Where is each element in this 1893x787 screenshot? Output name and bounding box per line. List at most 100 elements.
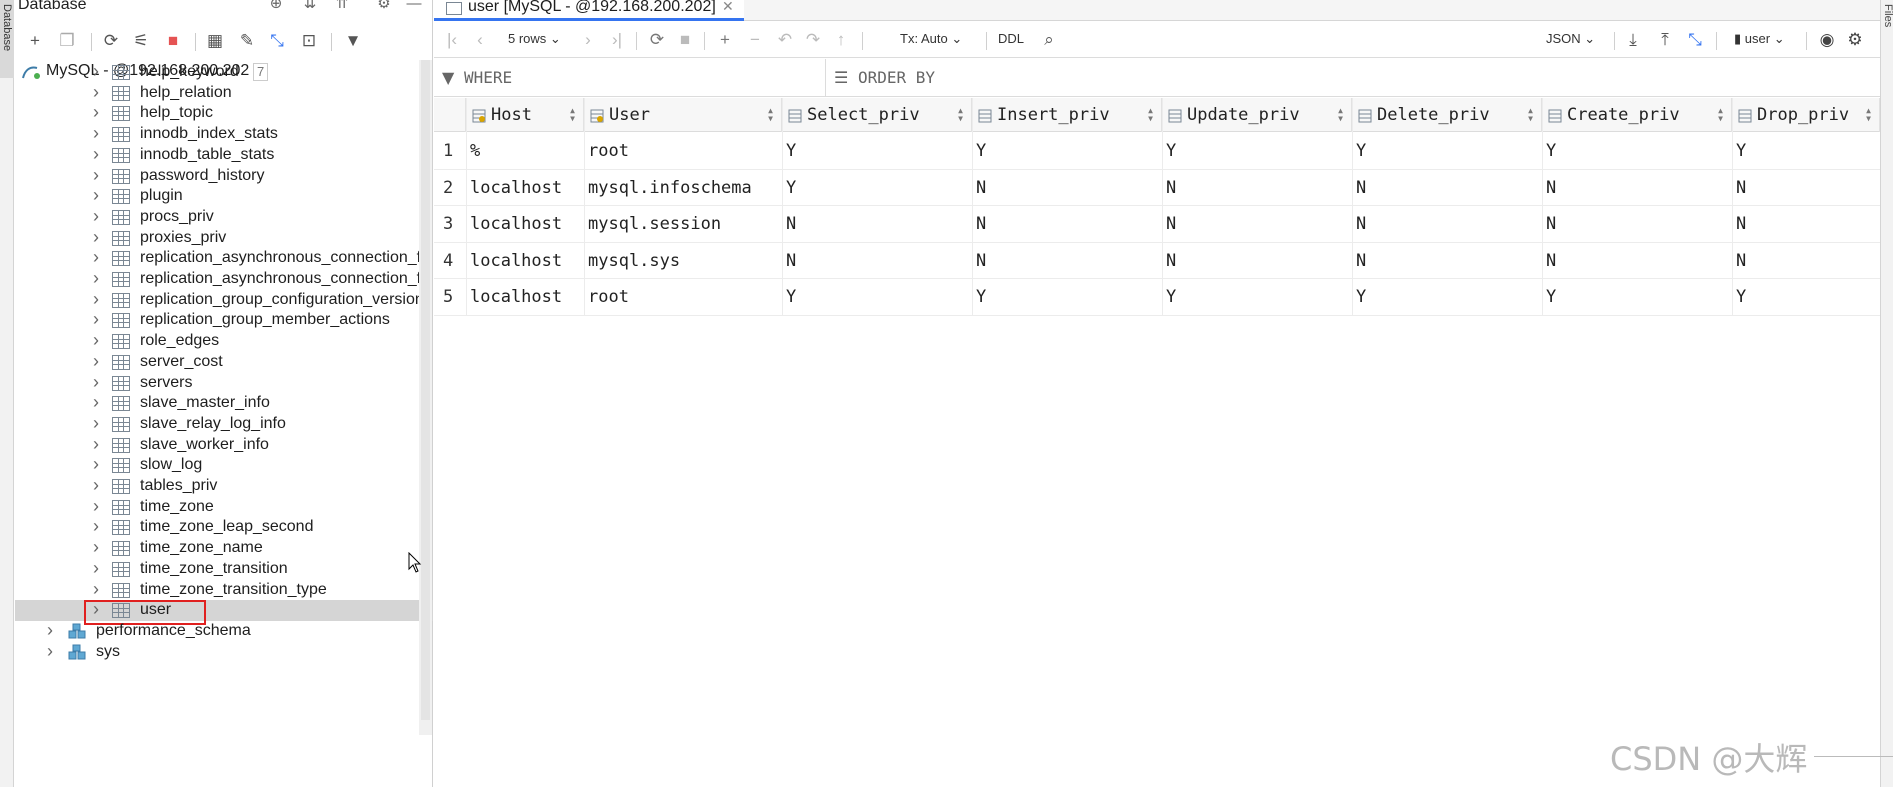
tab-user-table[interactable]: user [MySQL - @192.168.200.202] ✕: [434, 0, 744, 21]
table-cell[interactable]: Y: [782, 133, 972, 170]
chevron-right-icon[interactable]: ›: [93, 599, 99, 620]
table-cell[interactable]: N: [972, 206, 1162, 243]
chevron-right-icon[interactable]: ›: [93, 227, 99, 248]
where-filter-input[interactable]: ▼ WHERE: [442, 68, 512, 87]
table-cell[interactable]: N: [1542, 243, 1732, 279]
tree-item-table[interactable]: › servers: [15, 372, 433, 394]
table-cell[interactable]: Y: [782, 279, 972, 316]
tree-item-user-selected[interactable]: › user: [15, 599, 433, 626]
row-number[interactable]: 4: [434, 243, 466, 279]
tx-mode-dropdown[interactable]: Tx: Auto ⌄: [900, 31, 962, 47]
column-header-update-priv[interactable]: Update_priv ▲ ▼: [1162, 98, 1352, 132]
tree-item-table[interactable]: › password_history: [15, 165, 433, 187]
filter-icon[interactable]: ▼: [341, 29, 365, 53]
last-page-icon[interactable]: ›|: [606, 29, 628, 51]
order-by-input[interactable]: ☰ ORDER BY: [834, 68, 935, 87]
sort-icon[interactable]: ▲ ▼: [1338, 107, 1343, 123]
chevron-right-icon[interactable]: ›: [93, 206, 99, 227]
gear-icon[interactable]: ⚙: [1844, 29, 1866, 51]
column-header-delete-priv[interactable]: Delete_priv ▲ ▼: [1352, 98, 1542, 132]
table-cell[interactable]: N: [1352, 206, 1542, 243]
column-header-insert-priv[interactable]: Insert_priv ▲ ▼: [972, 98, 1162, 132]
sort-icon[interactable]: ▲ ▼: [1148, 107, 1153, 123]
delete-row-icon[interactable]: −: [744, 29, 766, 51]
search-icon[interactable]: ⌕: [1038, 29, 1060, 51]
schema-dropdown[interactable]: ▮ user ⌄: [1734, 31, 1785, 47]
add-icon[interactable]: +: [23, 29, 47, 53]
chevron-right-icon[interactable]: ›: [93, 330, 99, 351]
expand-all-icon[interactable]: ⇊: [301, 0, 319, 12]
chevron-right-icon[interactable]: ›: [93, 61, 99, 82]
tree-item-table[interactable]: › replication_asynchronous_connection_fa: [15, 247, 433, 269]
row-number[interactable]: 5: [434, 279, 466, 316]
column-header-host[interactable]: Host ▲ ▼: [466, 98, 584, 132]
revert-icon[interactable]: ↶: [774, 29, 796, 51]
table-cell[interactable]: localhost: [466, 206, 584, 243]
tree-item-table[interactable]: › server_cost: [15, 351, 433, 373]
chevron-right-icon[interactable]: ›: [93, 475, 99, 496]
tree-item-table[interactable]: › slave_master_info: [15, 392, 433, 414]
row-number[interactable]: 3: [434, 206, 466, 243]
table-cell[interactable]: N: [782, 206, 972, 243]
format-dropdown[interactable]: JSON ⌄: [1546, 31, 1595, 47]
chevron-right-icon[interactable]: ›: [93, 289, 99, 310]
table-cell[interactable]: localhost: [466, 243, 584, 279]
tree-item-table[interactable]: › replication_group_member_actions: [15, 309, 433, 331]
table-icon[interactable]: ▦: [203, 29, 227, 53]
tree-item-table[interactable]: › plugin: [15, 185, 433, 207]
chevron-right-icon[interactable]: ›: [93, 185, 99, 206]
sort-icon[interactable]: ▲ ▼: [958, 107, 963, 123]
tree-scrollbar-thumb[interactable]: [421, 60, 430, 720]
tree-item-table[interactable]: › role_edges: [15, 330, 433, 352]
tree-item-table[interactable]: › time_zone_leap_second: [15, 516, 433, 538]
revert-selected-icon[interactable]: ↷: [802, 29, 824, 51]
table-cell[interactable]: Y: [1162, 279, 1352, 316]
chevron-right-icon[interactable]: ›: [93, 579, 99, 600]
table-cell[interactable]: %: [466, 133, 584, 170]
stop-icon[interactable]: ■: [161, 29, 185, 53]
chevron-right-icon[interactable]: ›: [93, 165, 99, 186]
refresh-icon[interactable]: ⟳: [99, 29, 123, 53]
chevron-right-icon[interactable]: ›: [93, 247, 99, 268]
close-icon[interactable]: ✕: [722, 0, 734, 15]
table-cell[interactable]: N: [972, 243, 1162, 279]
table-cell[interactable]: N: [1162, 243, 1352, 279]
tree-item-table[interactable]: › time_zone_transition_type: [15, 579, 433, 601]
table-cell[interactable]: Y: [1732, 133, 1880, 170]
table-cell[interactable]: Y: [972, 133, 1162, 170]
table-cell[interactable]: N: [782, 243, 972, 279]
tree-item-table[interactable]: › procs_priv: [15, 206, 433, 228]
chevron-right-icon[interactable]: ›: [47, 620, 53, 641]
table-cell[interactable]: localhost: [466, 170, 584, 206]
tree-item-table[interactable]: › slow_log: [15, 454, 433, 476]
chevron-right-icon[interactable]: ›: [93, 82, 99, 103]
eye-icon[interactable]: ◉: [1816, 29, 1838, 51]
table-cell[interactable]: mysql.session: [584, 206, 782, 243]
sort-icon[interactable]: ▲ ▼: [1718, 107, 1723, 123]
table-cell[interactable]: Y: [1352, 279, 1542, 316]
database-tool-tab[interactable]: Database: [0, 0, 14, 78]
next-page-icon[interactable]: ›: [578, 29, 598, 51]
table-cell[interactable]: N: [1352, 170, 1542, 206]
table-cell[interactable]: N: [1732, 206, 1880, 243]
refresh-icon[interactable]: ⟳: [646, 29, 668, 51]
sort-icon[interactable]: ▲ ▼: [1866, 107, 1871, 123]
table-cell[interactable]: Y: [1162, 133, 1352, 170]
submit-icon[interactable]: ↑: [830, 29, 852, 51]
table-cell[interactable]: Y: [1732, 279, 1880, 316]
tree-scrollbar[interactable]: [419, 60, 432, 735]
table-cell[interactable]: Y: [1542, 133, 1732, 170]
stop-icon[interactable]: ■: [674, 29, 696, 51]
tree-item-table[interactable]: › replication_group_configuration_version: [15, 289, 433, 311]
table-cell[interactable]: N: [1732, 243, 1880, 279]
tree-item-table[interactable]: › help_relation: [15, 82, 433, 104]
sort-icon[interactable]: ▲ ▼: [1528, 107, 1533, 123]
tree-item-table[interactable]: › help_keyword: [15, 61, 433, 83]
tree-item-table[interactable]: › help_topic: [15, 102, 433, 124]
column-header-user[interactable]: User ▲ ▼: [584, 98, 782, 132]
row-number[interactable]: 2: [434, 170, 466, 206]
chevron-right-icon[interactable]: ›: [93, 372, 99, 393]
chevron-right-icon[interactable]: ›: [93, 537, 99, 558]
table-cell[interactable]: N: [1732, 170, 1880, 206]
collapse-all-icon[interactable]: ⇈: [333, 0, 351, 12]
